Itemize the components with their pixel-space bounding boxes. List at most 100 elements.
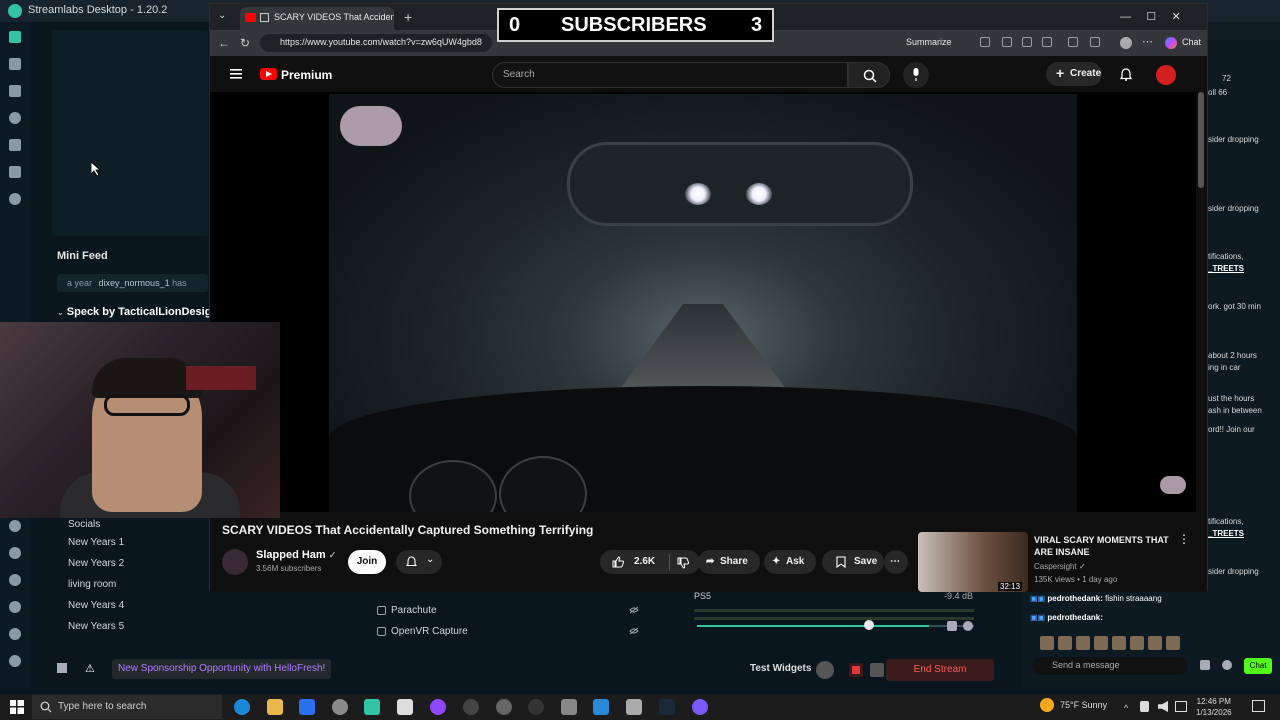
notifications-bell-icon[interactable] [1120,68,1132,81]
collections-icon[interactable] [1068,37,1078,47]
editor-icon[interactable] [9,31,21,43]
scene-item[interactable]: New Years 2 [57,553,208,574]
app-icon[interactable] [692,699,708,715]
app-icon[interactable] [463,699,479,715]
end-stream-button[interactable]: End Stream [886,659,994,681]
scene-item[interactable]: New Years 5 [57,616,208,637]
reload-icon[interactable]: ↻ [240,36,250,50]
like-button[interactable]: 2.6K [600,550,700,574]
recommended-title[interactable]: VIRAL SCARY MOMENTS THAT ARE INSANE [1034,534,1184,558]
channel-avatar[interactable] [222,549,248,575]
scene-item[interactable]: Socials [57,518,208,532]
video-player[interactable] [210,92,1196,512]
search-input[interactable]: Search [492,62,848,88]
summarize-button[interactable]: Summarize [906,37,952,47]
more-icon[interactable]: ⋯ [1142,35,1153,48]
theme-icon[interactable] [9,574,21,586]
share-button[interactable]: ➦ Share [698,550,760,574]
join-button[interactable]: Join [348,550,386,574]
favorites-icon[interactable] [1090,37,1100,47]
search-button[interactable] [848,62,890,88]
app-icon[interactable] [332,699,348,715]
replay-buffer-stop-button[interactable] [849,663,863,677]
help-icon[interactable] [9,601,21,613]
layout-icon[interactable] [9,85,21,97]
twitch-icon[interactable] [430,699,446,715]
taskbar-search[interactable]: Type here to search [32,695,222,719]
gear-icon[interactable] [9,628,21,640]
copilot-icon[interactable] [1165,37,1177,49]
subscribed-bell-button[interactable]: ⌄ [396,550,442,574]
network-icon[interactable] [1140,701,1149,712]
tools-icon[interactable] [9,112,21,124]
visibility-off-icon[interactable] [629,627,639,635]
close-icon[interactable]: ✕ [1171,11,1180,23]
voice-search-button[interactable] [903,62,929,88]
url-input[interactable]: https://www.youtube.com/watch?v=zw6qUW4g… [260,34,492,52]
profile-icon[interactable] [9,655,21,667]
record-button[interactable] [816,661,834,679]
visibility-off-icon[interactable] [629,606,639,614]
chat-settings-icon[interactable] [1200,660,1210,670]
sponsorship-banner[interactable]: New Sponsorship Opportunity with HelloFr… [112,659,332,679]
back-icon[interactable]: ← [218,36,230,50]
store-icon[interactable] [299,699,315,715]
volume-slider-handle[interactable] [864,620,874,630]
clock[interactable]: 12:46 PM 1/13/2026 [1196,696,1232,718]
edge-icon[interactable] [234,699,250,715]
youtube-logo-icon[interactable] [260,68,277,80]
scene-item[interactable]: New Years 4 [57,595,208,616]
reader-icon[interactable] [980,37,990,47]
save-button[interactable]: Save [822,550,884,574]
more-actions-button[interactable]: ⋯ [884,550,908,574]
account-avatar[interactable] [1156,65,1176,85]
app-icon[interactable] [397,699,413,715]
weather-text[interactable]: 75°F Sunny [1060,700,1107,710]
source-row[interactable]: OpenVR Capture [365,621,665,642]
extension-icon[interactable] [1022,37,1032,47]
keyboard-icon[interactable] [1175,701,1187,712]
maximize-icon[interactable]: ☐ [1146,11,1156,23]
themes-icon[interactable] [9,58,21,70]
more-vert-icon[interactable]: ⋮ [1178,532,1190,546]
copilot-chat-button[interactable]: Chat [1182,37,1201,47]
apps-icon[interactable] [9,193,21,205]
chat-send-button[interactable]: Chat [1244,658,1272,674]
page-scrollbar[interactable] [1198,92,1204,188]
steam-icon[interactable] [659,699,675,715]
speck-header[interactable]: ⌄ Speck by TacticalLionDesigns [57,306,224,318]
stats-icon[interactable] [57,663,67,673]
source-row[interactable]: Parachute [365,600,665,621]
app-icon[interactable] [561,699,577,715]
extensions-icon[interactable] [1042,37,1052,47]
gear-icon[interactable] [963,621,973,631]
file-explorer-icon[interactable] [267,699,283,715]
channel-name[interactable]: Slapped Ham ✓ [256,549,336,561]
gear-icon[interactable] [1222,660,1232,670]
obs-icon[interactable] [528,699,544,715]
scene-item[interactable]: New Years 1 [57,532,208,553]
store-icon[interactable] [9,139,21,151]
menu-icon[interactable] [230,69,242,79]
browser-tab[interactable]: SCARY VIDEOS That Accidentally... ✕ [240,7,394,30]
dashboard-icon[interactable] [9,547,21,559]
ask-button[interactable]: ✦ Ask [764,550,816,574]
telegram-icon[interactable] [593,699,609,715]
volume-icon[interactable] [1158,701,1168,712]
media-player-icon[interactable] [496,699,512,715]
streamlabs-icon[interactable] [364,699,380,715]
speaker-icon[interactable] [947,621,957,631]
tab-list-icon[interactable]: ⌄ [218,10,226,21]
chat-link[interactable]: _TREETS [1208,529,1244,538]
highlighter-icon[interactable] [9,166,21,178]
new-tab-icon[interactable]: + [404,9,412,25]
scene-item[interactable]: living room [57,574,208,595]
favorite-icon[interactable] [1002,37,1012,47]
notification-center-icon[interactable] [1252,700,1265,712]
windows-start-icon[interactable] [10,700,24,714]
create-button[interactable]: + Create [1046,62,1102,86]
alert-icon[interactable]: ⚠ [85,662,95,675]
chat-link[interactable]: _TREETS [1208,264,1244,273]
calculator-icon[interactable] [626,699,642,715]
save-replay-icon[interactable] [870,663,884,677]
